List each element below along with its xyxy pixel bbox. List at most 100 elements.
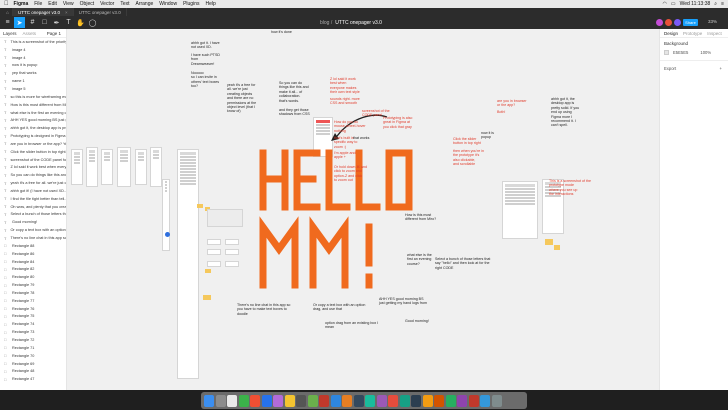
layer-row[interactable]: TZ lol said it work best when everyo... <box>0 164 66 172</box>
sticky-note[interactable] <box>203 295 211 300</box>
tab-layers[interactable]: Layers <box>3 31 17 36</box>
layer-row[interactable]: T Prototyping is decigned in Figma ... <box>0 132 66 140</box>
layer-row[interactable]: □ Rectangle 79 <box>0 281 66 289</box>
layer-row[interactable]: □ Rectangle 80 <box>0 273 66 281</box>
frame-tool-icon[interactable]: # <box>27 17 38 28</box>
background-fill-row[interactable]: E5E5E5 100% <box>660 49 728 56</box>
dock-app-icon[interactable] <box>445 394 456 407</box>
dock-app-icon[interactable] <box>215 394 226 407</box>
search-icon[interactable]: ⌕ <box>714 1 717 7</box>
layer-row[interactable]: Twhat else is the first an evening co... <box>0 109 66 117</box>
dock-app-icon[interactable] <box>238 394 249 407</box>
note-text[interactable]: that works <box>353 136 369 140</box>
dock-app-icon[interactable] <box>227 394 237 407</box>
wireframe-frame[interactable] <box>162 179 170 251</box>
menu-view[interactable]: View <box>63 1 74 7</box>
icon-grid[interactable] <box>207 209 243 227</box>
menu-object[interactable]: Object <box>80 1 94 7</box>
tab-document-2[interactable]: UTTC onepager v3.0 <box>73 8 127 16</box>
note-text[interactable]: and they get those shadows from CSS <box>279 108 310 117</box>
wireframe-frame[interactable] <box>86 147 98 187</box>
battery-icon[interactable]: ▭ <box>671 1 676 7</box>
dock-app-icon[interactable] <box>388 394 398 407</box>
note-text[interactable]: Both! <box>497 110 505 114</box>
zoom-level[interactable]: 33% <box>708 19 717 24</box>
note-text[interactable]: How is this most different from Miro? <box>405 213 436 222</box>
layer-row[interactable]: □ Rectangle 76 <box>0 305 66 313</box>
layer-row[interactable]: T Select a bunch of those letters tha... <box>0 211 66 219</box>
dock-app-icon[interactable] <box>365 394 375 407</box>
menu-window[interactable]: Window <box>159 1 177 7</box>
menu-arrange[interactable]: Arrange <box>135 1 153 7</box>
layer-row[interactable]: □ Rectangle 72 <box>0 336 66 344</box>
wireframe-frame[interactable] <box>117 147 131 187</box>
dock-app-icon[interactable] <box>319 394 329 407</box>
menu-vector[interactable]: Vector <box>100 1 114 7</box>
color-swatch[interactable] <box>664 50 669 55</box>
dock-app-icon[interactable] <box>204 394 214 407</box>
note-text[interactable]: Prototyping is also great in Figma at yo… <box>383 116 412 129</box>
collaborator-avatar[interactable] <box>656 19 663 26</box>
note-text[interactable]: There's no line chat in this app so you … <box>237 303 290 316</box>
layer-row[interactable]: Tscreenshot of the CODE panel for... <box>0 156 66 164</box>
layer-row[interactable]: Tahhh got it, the desktop app is pre... <box>0 124 66 132</box>
layer-row[interactable]: □ Rectangle 48 <box>0 367 66 375</box>
layer-row[interactable]: Tyep that works <box>0 69 66 77</box>
layer-row[interactable]: □ Rectangle 84 <box>0 258 66 266</box>
tab-document-1[interactable]: UTTC onepager v3.0 × <box>13 8 74 16</box>
wireframe-frame[interactable] <box>135 149 147 185</box>
dock-app-icon[interactable] <box>296 394 306 407</box>
layer-row[interactable]: □ Rectangle 73 <box>0 328 66 336</box>
layer-row[interactable]: □ Rectangle 71 <box>0 344 66 352</box>
wireframe-card[interactable] <box>207 261 221 267</box>
layer-row[interactable]: □ Rectangle 88 <box>0 242 66 250</box>
note-text[interactable]: what else is the first an evening course… <box>407 253 432 266</box>
layer-row[interactable]: Tare you in browser or the app? Yes... <box>0 140 66 148</box>
note-text[interactable]: Or hold down ⌘ and click to zoom and opt… <box>334 165 367 183</box>
dock-app-icon[interactable] <box>273 394 283 407</box>
wireframe-frame[interactable] <box>150 147 162 187</box>
note-text[interactable]: now it is popup <box>481 131 494 140</box>
dock-app-icon[interactable] <box>491 394 502 407</box>
note-text[interactable]: option drag from an existing box I mean <box>325 321 378 330</box>
dock-app-icon[interactable] <box>434 394 444 407</box>
dock-app-icon[interactable] <box>411 394 421 407</box>
dock-app-icon[interactable] <box>422 394 433 407</box>
note-text[interactable]: how it's done <box>271 30 292 34</box>
layer-row[interactable]: T Oh wow, and plenty that you creat... <box>0 203 66 211</box>
wireframe-card[interactable] <box>225 249 239 255</box>
pen-tool-icon[interactable]: ✒ <box>51 17 62 28</box>
note-text[interactable]: Click the slider button in top right <box>453 137 481 146</box>
menu-edit[interactable]: Edit <box>48 1 57 7</box>
note-text[interactable]: then when you're in the prototype it's a… <box>453 149 484 167</box>
dock-app-icon[interactable] <box>284 394 295 407</box>
text-tool-icon[interactable]: T <box>63 17 74 28</box>
layer-row[interactable]: T Or copy a text box with an option ... <box>0 226 66 234</box>
dock-app-icon[interactable] <box>480 394 490 407</box>
note-text[interactable]: ahhh got it, the desktop app is pretty s… <box>551 97 579 128</box>
layer-row[interactable]: TI find the file tight better than tell.… <box>0 195 66 203</box>
note-text[interactable]: AHH YES good morning BS just getting my … <box>379 297 427 306</box>
export-row[interactable]: Export + <box>660 65 728 72</box>
menu-help[interactable]: Help <box>205 1 215 7</box>
wireframe-card[interactable] <box>225 261 239 267</box>
note-text[interactable]: Good morning! <box>405 319 429 323</box>
dock-app-icon[interactable] <box>330 394 341 407</box>
collaborator-avatar[interactable] <box>674 19 681 26</box>
page-selector[interactable]: Page 1 <box>47 31 61 36</box>
clock[interactable]: Wed 11:13:38 <box>680 1 711 7</box>
layer-row[interactable]: □ Rectangle 70 <box>0 352 66 360</box>
note-text[interactable]: How do you do mouse-wheel-hover nothing <box>334 120 366 133</box>
wireframe-card[interactable] <box>207 239 221 245</box>
wireframe-frame[interactable] <box>71 149 83 185</box>
tab-inspect[interactable]: Inspect <box>707 31 722 36</box>
layer-row[interactable]: T Click the slider button in top right... <box>0 148 66 156</box>
dock-app-icon[interactable] <box>261 394 272 407</box>
layer-row[interactable]: T This is a screenshot of the priority... <box>0 38 66 46</box>
note-text[interactable]: I'm apple and apple + <box>334 151 355 160</box>
layer-row[interactable]: □ Rectangle 82 <box>0 265 66 273</box>
layer-row[interactable]: T So you can do things like this and ... <box>0 171 66 179</box>
layer-row[interactable]: Tso this is more for wireframing ev... <box>0 93 66 101</box>
wireframe-frame[interactable] <box>101 149 113 185</box>
dock-app-icon[interactable] <box>342 394 352 407</box>
